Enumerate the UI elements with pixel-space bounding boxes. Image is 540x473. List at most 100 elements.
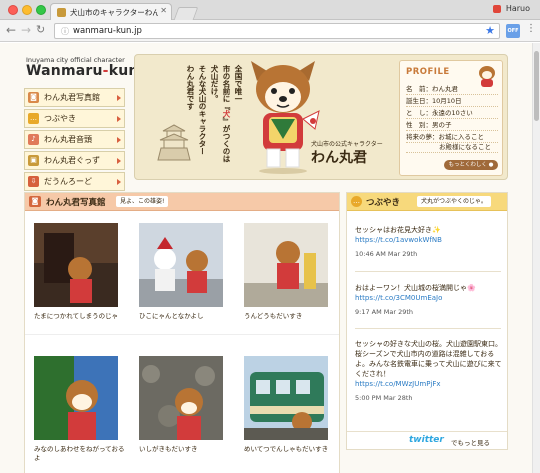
tweet-divider [355, 271, 501, 272]
gallery-photo[interactable] [34, 223, 118, 307]
profile-row-gender: 性 別：男の子 [406, 119, 498, 131]
profile-title: PROFILE [406, 67, 450, 77]
tweets-header: … つぶやき 犬丸がつぶやくのじゃ。 [347, 193, 507, 211]
tweet-divider [355, 328, 501, 329]
photo-caption: たまにつかれてしまうのじゃ [34, 312, 119, 320]
gallery-photo[interactable] [34, 356, 118, 440]
profile-row-dream-2: お殿様になること [406, 141, 498, 153]
back-arrow-icon[interactable]: ← [6, 23, 16, 37]
tweet-link[interactable]: https://t.co/1avwokWfNB [355, 236, 442, 244]
gallery-photo[interactable] [244, 223, 328, 307]
menu-item-label: わん丸君ぐっず [44, 156, 100, 165]
new-tab-button[interactable] [173, 7, 199, 20]
menu-item-photo-gallery[interactable]: ◙ わん丸君写真館 [24, 88, 125, 107]
tweet-item: セッシャの好きな犬山の桜。犬山遊園駅東口。桜シーズンで犬山市内の道路は混雑してお… [355, 339, 503, 403]
profile-icon[interactable] [493, 5, 501, 13]
bookmark-star-icon[interactable]: ★ [485, 24, 495, 37]
scrollbar-thumb[interactable] [534, 51, 539, 121]
close-window-icon[interactable] [8, 5, 18, 15]
tweets-title: つぶやき [366, 198, 401, 208]
tweet-link[interactable]: https://t.co/3CM0UmEaJo [355, 294, 442, 302]
gallery-header: ◙ わん丸君写真館 見よ、この雄姿! [25, 193, 339, 211]
minimize-window-icon[interactable] [22, 5, 32, 15]
menu-item-label: だうんろーど [44, 177, 92, 186]
gallery-photo[interactable] [244, 356, 328, 440]
hero-copy-line: わん丸君です [186, 65, 195, 110]
hero-copy-line-2: 市の名前に『犬』がつくのは [222, 65, 231, 163]
tab-title: 犬山市のキャラクターわん丸君公式 [70, 8, 158, 17]
tweet-time[interactable]: 9:17 AM Mar 29th [355, 307, 503, 317]
castle-illustration [157, 124, 191, 161]
profile-row-name: 名 前：わん丸君 [406, 83, 498, 95]
bag-icon: ▣ [28, 155, 39, 166]
arrow-right-icon [117, 137, 121, 143]
music-note-icon: ♪ [28, 134, 39, 145]
tweet-text: セッシャの好きな犬山の桜。犬山遊園駅東口。桜シーズンで犬山市内の道路は混雑してお… [355, 340, 502, 378]
profile-name[interactable]: Haruo [506, 4, 530, 13]
tweet-time[interactable]: 10:46 AM Mar 29th [355, 249, 503, 259]
camera-icon: ◙ [29, 196, 41, 207]
hero-copy-line: 犬山だけ。 [210, 65, 219, 103]
tweets-footer[interactable]: twitter でもっと見る [347, 431, 507, 449]
photo-caption: みなのしあわせをねがっておるよ [34, 445, 125, 462]
photo-caption: めいてつでんしゃもだいすき [244, 445, 329, 453]
tweet-text: セッシャはお花見大好き✨ [355, 226, 441, 234]
arrow-right-icon [117, 179, 121, 185]
menu-item-download[interactable]: ⇩ だうんろーど [24, 172, 125, 191]
page-scrollbar[interactable] [532, 43, 540, 473]
twitter-more-link[interactable]: でもっと見る [451, 437, 490, 447]
photo-gallery-section: ◙ わん丸君写真館 見よ、この雄姿! たまにつかれてしまうのじゃ ひこにゃんとな… [24, 192, 340, 473]
hero-name: わん丸君 [311, 150, 367, 166]
menu-item-label: わん丸君写真館 [44, 93, 100, 102]
profile-row-age: と し：永遠の10さい [406, 107, 498, 119]
gallery-row-divider [25, 334, 339, 335]
photo-caption: いしがきもだいすき [139, 445, 198, 453]
page-info-icon[interactable]: ⓘ [61, 26, 69, 37]
menu-item-ondo[interactable]: ♪ わん丸君音頭 [24, 130, 125, 149]
download-icon: ⇩ [28, 176, 39, 187]
profile-more-button[interactable]: もっとくわしく ● [444, 160, 498, 170]
arrow-right-icon [117, 95, 121, 101]
tweets-section: … つぶやき 犬丸がつぶやくのじゃ。 セッシャはお花見大好き✨ https://… [346, 192, 508, 450]
reload-icon[interactable]: ↻ [36, 23, 45, 37]
browser-toolbar: ← → ↻ ⓘ wanmaru-kun.jp ★ OFF ⋮ [0, 20, 540, 42]
menu-item-label: わん丸君音頭 [44, 135, 92, 144]
arrow-right-icon [117, 158, 121, 164]
tweets-tagline: 犬丸がつぶやくのじゃ。 [417, 196, 491, 207]
hero-copy-line: そんな犬山のキャラクター [198, 65, 207, 155]
tweet-text: おはよーワン！犬山城の桜満開じゃ🌸 [355, 284, 476, 292]
profile-row-birthday: 誕生日：10月10日 [406, 95, 498, 107]
hero-banner: 全国で唯一 市の名前に『犬』がつくのは 犬山だけ。 そんな犬山のキャラクター わ… [134, 54, 508, 180]
maximize-window-icon[interactable] [36, 5, 46, 15]
forward-arrow-icon[interactable]: → [21, 23, 31, 37]
tweet-item: セッシャはお花見大好き✨ https://t.co/1avwokWfNB 10:… [355, 225, 503, 259]
address-bar[interactable]: ⓘ wanmaru-kun.jp ★ [54, 23, 500, 39]
twitter-logo[interactable]: twitter [409, 435, 444, 445]
gallery-photo[interactable] [139, 223, 223, 307]
browser-menu-icon[interactable]: ⋮ [526, 23, 536, 34]
browser-tab-bar: 犬山市のキャラクターわん丸君公式 ✕ Haruo [0, 0, 540, 21]
logo-main: Wanmaru [26, 63, 103, 79]
tweet-link[interactable]: https://t.co/MWzJUmPjFx [355, 380, 441, 388]
gallery-photo[interactable] [139, 356, 223, 440]
speech-bubble-icon: … [28, 113, 39, 124]
favicon-icon [57, 8, 66, 17]
menu-item-tweets[interactable]: … つぶやき [24, 109, 125, 128]
tweet-item: おはよーワン！犬山城の桜満開じゃ🌸 https://t.co/3CM0UmEaJ… [355, 283, 503, 317]
profile-card: PROFILE 名 前：わん丸君 誕生日：10月10日 と し：永遠の10さい … [399, 60, 503, 176]
arrow-right-icon [117, 116, 121, 122]
gallery-title: わん丸君写真館 [46, 198, 106, 208]
camera-icon: ◙ [28, 92, 39, 103]
menu-item-goods[interactable]: ▣ わん丸君ぐっず [24, 151, 125, 170]
browser-tab[interactable]: 犬山市のキャラクターわん丸君公式 ✕ [50, 3, 172, 21]
photo-caption: ひこにゃんとなかよし [139, 312, 204, 320]
tab-close-icon[interactable]: ✕ [160, 6, 167, 15]
photo-caption: うんどうもだいすき [244, 312, 303, 320]
site-logo[interactable]: Wanmaru-kun [26, 63, 139, 79]
extension-off-icon[interactable]: OFF [506, 24, 520, 38]
menu-item-label: つぶやき [44, 114, 76, 123]
page-content: Inuyama city official character Wanmaru-… [0, 43, 540, 473]
tweet-time[interactable]: 5:00 PM Mar 28th [355, 393, 503, 403]
url-text[interactable]: wanmaru-kun.jp [73, 26, 142, 36]
speech-bubble-icon: … [351, 196, 362, 207]
